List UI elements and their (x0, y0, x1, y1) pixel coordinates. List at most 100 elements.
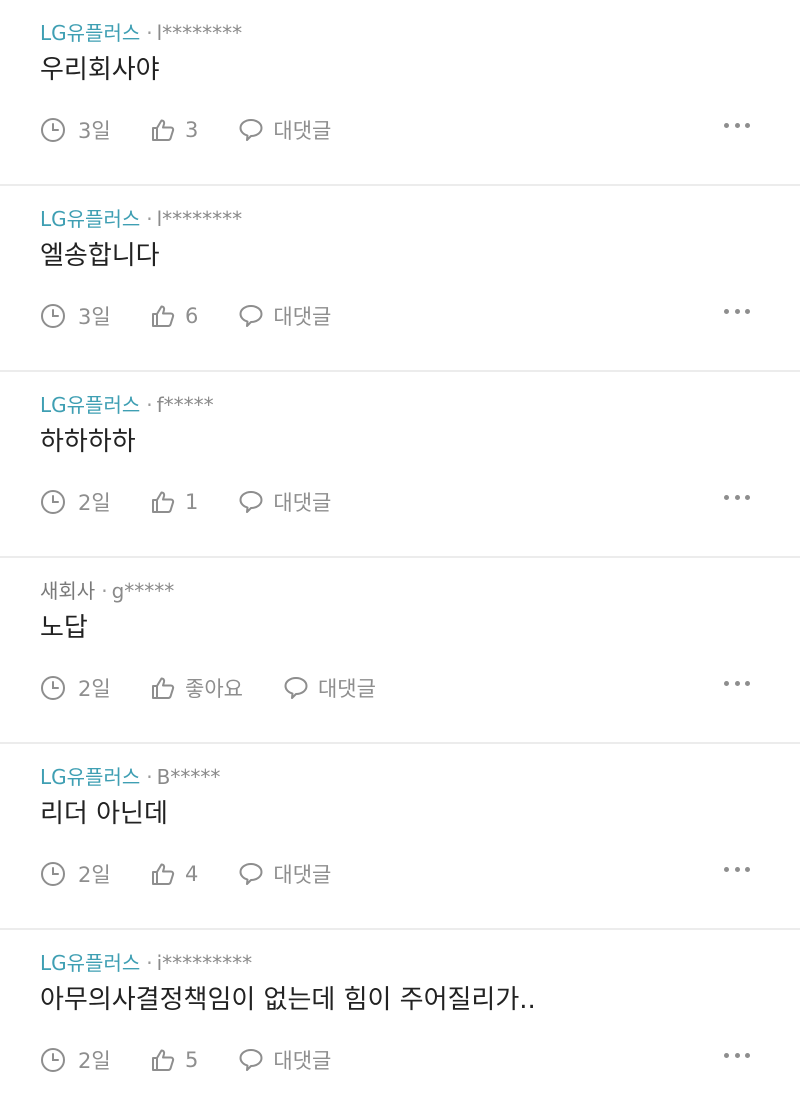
time-label: 2일 (78, 491, 111, 515)
clock-icon (41, 1048, 65, 1072)
clock-icon (41, 490, 65, 514)
time-label: 2일 (78, 677, 111, 701)
company-link[interactable]: LG유플러스 (40, 951, 140, 975)
user-id: l******** (156, 207, 243, 231)
clock-icon (41, 304, 65, 328)
company-link[interactable]: LG유플러스 (40, 393, 140, 417)
comment-author: LG유플러스 · l******** (40, 206, 242, 232)
comment-actions: 3일 3 대댓글 (40, 112, 331, 148)
thumbs-up-icon (152, 1049, 175, 1071)
comment-actions: 2일 4 대댓글 (40, 856, 331, 892)
user-id: B***** (156, 765, 221, 789)
clock-icon (41, 676, 65, 700)
reply-label: 대댓글 (273, 119, 332, 143)
company-link[interactable]: LG유플러스 (40, 765, 140, 789)
comment-text: 하하하하 (40, 427, 136, 457)
like-count: 5 (185, 1048, 199, 1072)
like-button[interactable]: 1 (150, 489, 198, 515)
speech-bubble-icon (239, 305, 263, 327)
user-id: f***** (156, 393, 214, 417)
comment-author: LG유플러스 · l******** (40, 20, 242, 46)
thumbs-up-icon (152, 305, 175, 327)
like-count: 4 (185, 862, 199, 886)
reply-button[interactable]: 대댓글 (238, 487, 331, 517)
comment-item: LG유플러스 · i********* 아무의사결정책임이 없는데 힘이 주어질리가… (0, 930, 800, 1116)
thumbs-up-icon (152, 119, 175, 141)
comment-text: 리더 아닌데 (40, 799, 168, 829)
more-options-button[interactable] (724, 1045, 750, 1065)
more-options-button[interactable] (724, 115, 750, 135)
like-button[interactable]: 6 (150, 303, 198, 329)
posted-time: 2일 (40, 859, 150, 889)
more-options-button[interactable] (724, 301, 750, 321)
comment-text: 우리회사야 (40, 55, 160, 85)
more-options-button[interactable] (724, 673, 750, 693)
user-id: g***** (111, 579, 175, 603)
reply-button[interactable]: 대댓글 (238, 1045, 331, 1075)
separator: · (101, 579, 108, 603)
company-link[interactable]: LG유플러스 (40, 21, 140, 45)
comment-item: LG유플러스 · l******** 우리회사야 3일 3 대댓글 (0, 0, 800, 186)
like-count: 3 (185, 118, 199, 142)
company-link[interactable]: LG유플러스 (40, 207, 140, 231)
like-button[interactable]: 3 (150, 117, 198, 143)
comment-list: LG유플러스 · l******** 우리회사야 3일 3 대댓글 LG유플러스 · l… (0, 0, 800, 1116)
like-count: 6 (185, 304, 199, 328)
reply-label: 대댓글 (273, 305, 332, 329)
comment-author: LG유플러스 · f***** (40, 392, 214, 418)
comment-author: LG유플러스 · B***** (40, 764, 220, 790)
comment-item: LG유플러스 · B***** 리더 아닌데 2일 4 대댓글 (0, 744, 800, 930)
like-button[interactable]: 좋아요 (150, 673, 243, 703)
speech-bubble-icon (239, 119, 263, 141)
posted-time: 2일 (40, 673, 150, 703)
speech-bubble-icon (239, 863, 263, 885)
clock-icon (41, 118, 65, 142)
like-count: 1 (185, 490, 199, 514)
comment-actions: 3일 6 대댓글 (40, 298, 331, 334)
comment-item: LG유플러스 · l******** 엘송합니다 3일 6 대댓글 (0, 186, 800, 372)
comment-actions: 2일 5 대댓글 (40, 1042, 331, 1078)
time-label: 2일 (78, 1049, 111, 1073)
company-link[interactable]: 새회사 (40, 579, 95, 603)
posted-time: 3일 (40, 301, 150, 331)
comment-author: LG유플러스 · i********* (40, 950, 252, 976)
separator: · (146, 951, 153, 975)
separator: · (146, 393, 153, 417)
speech-bubble-icon (239, 1049, 263, 1071)
comment-item: LG유플러스 · f***** 하하하하 2일 1 대댓글 (0, 372, 800, 558)
comment-actions: 2일 좋아요 대댓글 (40, 670, 376, 706)
comment-author: 새회사 · g***** (40, 578, 174, 604)
comment-text: 아무의사결정책임이 없는데 힘이 주어질리가.. (40, 985, 536, 1015)
reply-button[interactable]: 대댓글 (238, 859, 331, 889)
reply-label: 대댓글 (317, 677, 376, 701)
reply-label: 대댓글 (273, 1049, 332, 1073)
clock-icon (41, 862, 65, 886)
separator: · (146, 207, 153, 231)
comment-text: 노답 (40, 613, 88, 643)
speech-bubble-icon (284, 677, 308, 699)
more-options-button[interactable] (724, 487, 750, 507)
reply-button[interactable]: 대댓글 (238, 301, 331, 331)
time-label: 2일 (78, 863, 111, 887)
reply-button[interactable]: 대댓글 (238, 115, 331, 145)
thumbs-up-icon (152, 491, 175, 513)
thumbs-up-icon (152, 863, 175, 885)
thumbs-up-icon (152, 677, 175, 699)
speech-bubble-icon (239, 491, 263, 513)
comment-actions: 2일 1 대댓글 (40, 484, 331, 520)
time-label: 3일 (78, 119, 111, 143)
separator: · (146, 21, 153, 45)
reply-label: 대댓글 (273, 491, 332, 515)
reply-label: 대댓글 (273, 863, 332, 887)
like-count: 좋아요 (185, 677, 243, 701)
more-options-button[interactable] (724, 859, 750, 879)
reply-button[interactable]: 대댓글 (283, 673, 376, 703)
like-button[interactable]: 4 (150, 861, 198, 887)
like-button[interactable]: 5 (150, 1047, 198, 1073)
time-label: 3일 (78, 305, 111, 329)
posted-time: 2일 (40, 487, 150, 517)
posted-time: 2일 (40, 1045, 150, 1075)
comment-item: 새회사 · g***** 노답 2일 좋아요 대댓글 (0, 558, 800, 744)
comment-text: 엘송합니다 (40, 241, 160, 271)
posted-time: 3일 (40, 115, 150, 145)
